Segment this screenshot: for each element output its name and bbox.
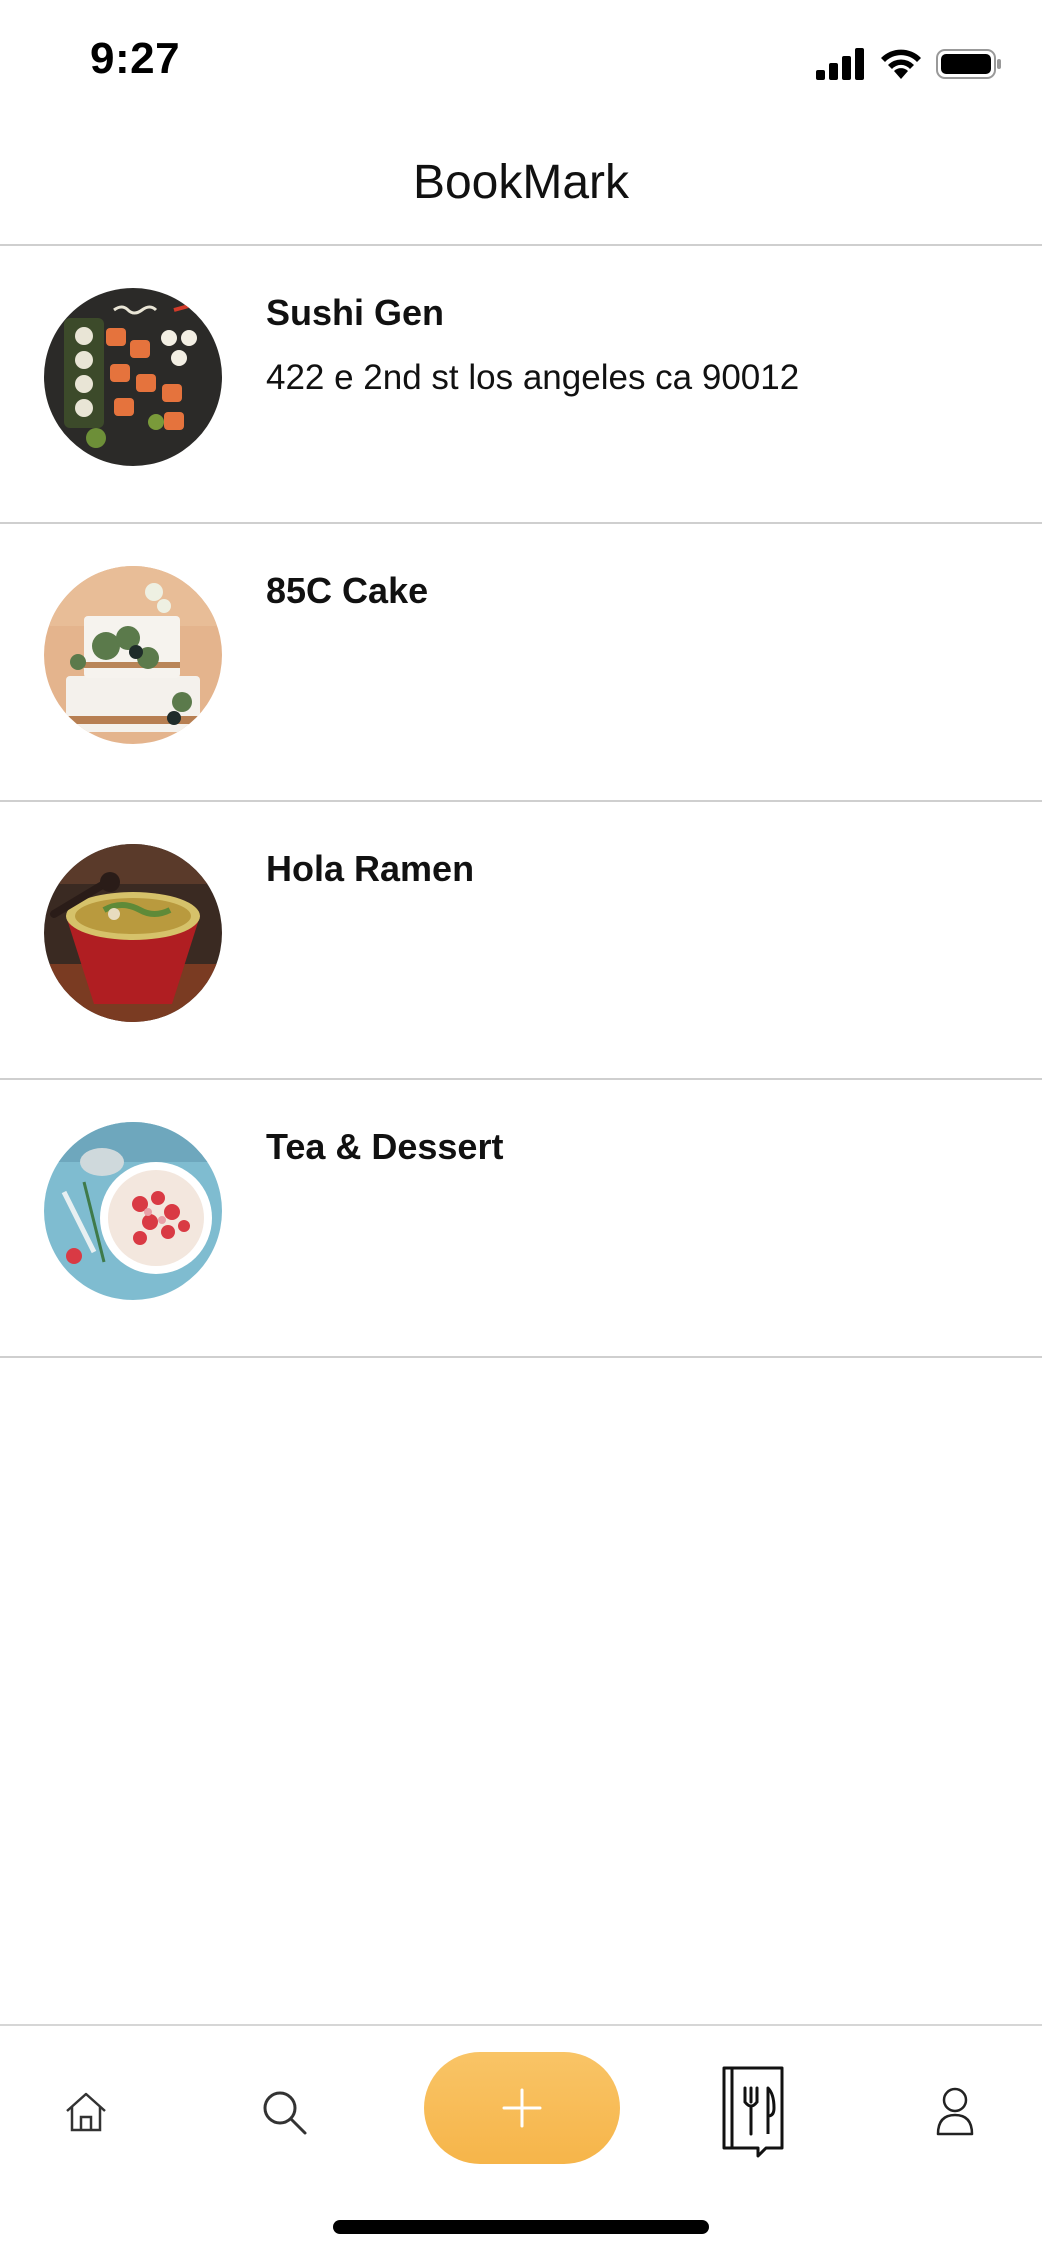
bookmark-name: Hola Ramen bbox=[266, 848, 475, 889]
sushi-photo bbox=[44, 288, 222, 466]
bookmark-name: 85C Cake bbox=[266, 570, 429, 611]
bookmark-list: Sushi Gen 422 e 2nd st los angeles ca 90… bbox=[0, 246, 1042, 1358]
cake-photo bbox=[44, 566, 222, 744]
home-indicator[interactable] bbox=[333, 2220, 709, 2234]
status-icons bbox=[816, 44, 1002, 84]
tab-bookmarks[interactable] bbox=[718, 2062, 788, 2162]
status-time: 9:27 bbox=[90, 34, 181, 83]
menu-book-icon bbox=[722, 2066, 784, 2158]
dessert-photo bbox=[44, 1122, 222, 1300]
page-title: BookMark bbox=[412, 155, 630, 209]
bookmark-item[interactable]: Hola Ramen bbox=[0, 802, 1042, 1080]
bookmark-address: 422 e 2nd st los angeles ca 90012 bbox=[266, 358, 800, 397]
wifi-icon bbox=[881, 49, 921, 79]
bookmark-item[interactable]: 85C Cake bbox=[0, 524, 1042, 802]
add-button[interactable] bbox=[424, 2052, 620, 2164]
page-header: BookMark bbox=[0, 120, 1042, 246]
add-icon bbox=[502, 2088, 542, 2128]
ramen-photo bbox=[44, 844, 222, 1022]
tab-profile[interactable] bbox=[930, 2082, 980, 2142]
bookmark-name: Tea & Dessert bbox=[266, 1126, 504, 1167]
profile-icon bbox=[936, 2087, 974, 2136]
battery-icon bbox=[936, 49, 1001, 79]
tab-search[interactable] bbox=[254, 2082, 314, 2142]
search-icon bbox=[263, 2091, 307, 2135]
tab-home[interactable] bbox=[56, 2082, 116, 2142]
bookmark-item[interactable]: Sushi Gen 422 e 2nd st los angeles ca 90… bbox=[0, 246, 1042, 524]
bookmark-name: Sushi Gen bbox=[266, 292, 445, 333]
bookmark-screen: 9:27 BookMark Sushi Gen 422 e 2nd st los… bbox=[0, 0, 1042, 2258]
status-bar: 9:27 bbox=[0, 0, 1042, 120]
home-icon bbox=[66, 2092, 106, 2132]
bookmark-item[interactable]: Tea & Dessert bbox=[0, 1080, 1042, 1358]
signal-icon bbox=[816, 48, 864, 80]
